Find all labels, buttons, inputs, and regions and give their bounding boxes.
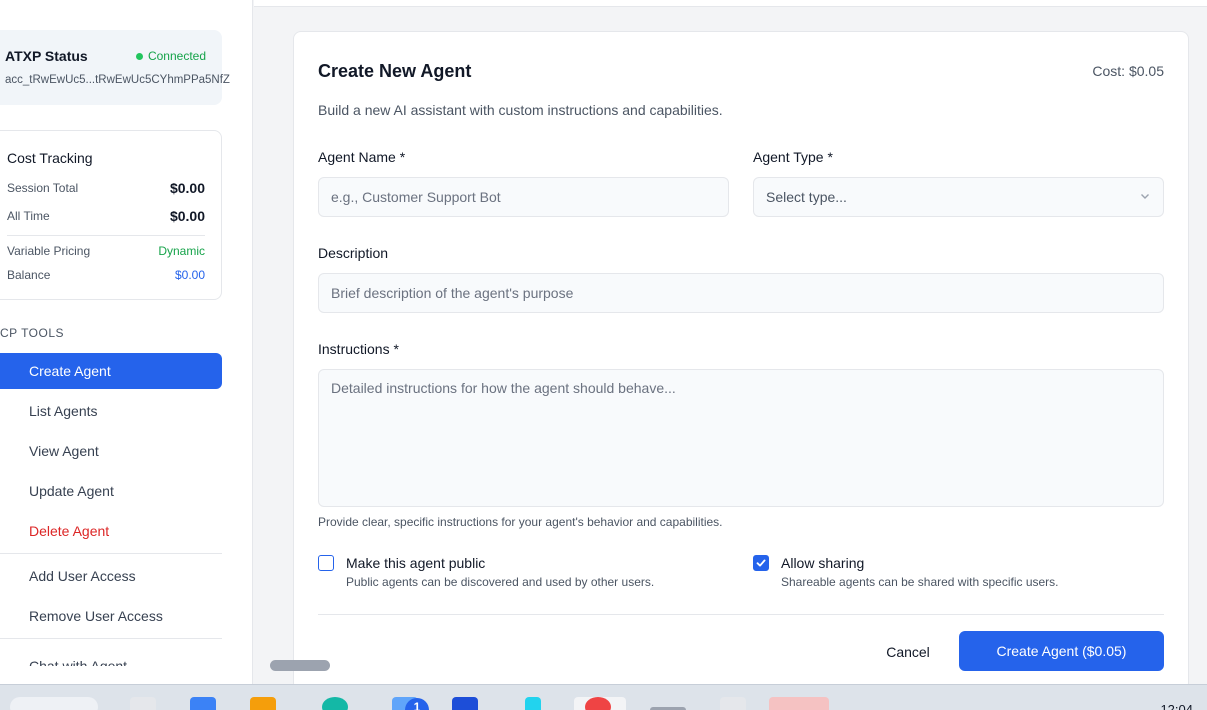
public-checkbox-hint: Public agents can be discovered and used… [346,575,655,589]
agent-name-input[interactable] [318,177,729,217]
taskbar-app-icon[interactable] [452,697,478,710]
sidebar-item-remove-user-access[interactable]: Remove User Access [0,598,222,634]
all-time-row: All Time $0.00 [7,208,205,224]
variable-pricing-row: Variable Pricing Dynamic [7,244,205,258]
cancel-button[interactable]: Cancel [868,632,948,672]
cost-tracking-title: Cost Tracking [7,150,93,166]
status-dot-icon [135,52,143,60]
horizontal-scrollbar-thumb[interactable] [270,660,330,671]
notification-badge: 1 [405,698,429,710]
sidebar-item-label: View Agent [29,443,99,459]
atxp-status-card: ATXP Status Connected acc_tRwEwUc5...tRw… [0,30,230,105]
instructions-textarea[interactable] [318,369,1164,507]
cost-divider [7,235,205,236]
taskbar: 1 12:04 [0,684,1207,710]
cost-tracking-card: Cost Tracking Session Total $0.00 All Ti… [0,130,222,300]
form-divider [318,614,1164,615]
create-agent-form: Create New Agent Cost: $0.05 Build a new… [293,31,1189,691]
sidebar-item-add-user-access[interactable]: Add User Access [0,558,222,594]
checkmark-icon [756,559,766,567]
page-title: Create New Agent [318,61,472,81]
sidebar-item-label: Delete Agent [29,523,110,539]
session-total-label: Session Total [7,181,79,195]
sidebar-item-view-agent[interactable]: View Agent [0,433,222,469]
connection-status-label: Connected [147,49,206,63]
account-id: acc_tRwEwUc5...tRwEwUc5CYhmPPa5NfZ [5,74,230,86]
chevron-down-icon [1139,189,1151,205]
taskbar-folder-icon[interactable] [250,697,276,710]
all-time-label: All Time [7,209,50,223]
description-label: Description [318,245,389,261]
taskbar-app-icon[interactable] [190,697,216,710]
session-total-value: $0.00 [169,180,205,196]
form-subtitle: Build a new AI assistant with custom ins… [318,102,723,118]
top-bar [254,0,1207,7]
agent-name-label: Agent Name * [318,149,406,165]
sidebar-item-label: List Agents [29,403,98,419]
taskbar-clock: 12:04 [1160,702,1193,710]
sidebar-item-label: Create Agent [29,363,111,379]
taskbar-app-icon[interactable] [130,697,156,710]
sidebar-item-label: Chat with Agent [29,658,128,666]
nav-divider [0,553,222,554]
balance-label: Balance [7,268,51,282]
variable-pricing-value: Dynamic [158,244,205,258]
agent-type-select[interactable]: Select type... [753,177,1164,217]
balance-value: $0.00 [174,268,205,282]
sidebar-item-label: Remove User Access [29,608,163,624]
taskbar-app-icon[interactable] [769,697,829,710]
sidebar-item-delete-agent[interactable]: Delete Agent [0,513,222,549]
create-agent-button[interactable]: Create Agent ($0.05) [959,631,1164,671]
sidebar-item-update-agent[interactable]: Update Agent [0,473,222,509]
sidebar-item-chat-with-agent[interactable]: Chat with Agent [0,646,222,666]
variable-pricing-label: Variable Pricing [7,244,91,258]
sidebar-item-create-agent[interactable]: Create Agent [0,353,222,389]
description-input[interactable] [318,273,1164,313]
sidebar-item-label: Update Agent [29,483,114,499]
tools-heading: CP TOOLS [0,326,65,340]
public-checkbox-label: Make this agent public [346,555,486,571]
public-checkbox[interactable] [318,555,334,571]
instructions-label: Instructions * [318,341,399,357]
sidebar-item-list-agents[interactable]: List Agents [0,393,222,429]
balance-row: Balance $0.00 [7,268,205,282]
atxp-status-title: ATXP Status [5,48,88,64]
taskbar-browser-icon[interactable] [585,697,611,710]
nav-divider [0,638,222,639]
session-total-row: Session Total $0.00 [7,180,205,196]
sharing-checkbox-hint: Shareable agents can be shared with spec… [781,575,1059,589]
taskbar-app-icon[interactable] [720,697,746,710]
sharing-checkbox-label: Allow sharing [781,555,865,571]
sharing-checkbox[interactable] [753,555,769,571]
connection-status: Connected [135,49,206,63]
agent-type-selected-value: Select type... [766,189,847,205]
sidebar: ATXP Status Connected acc_tRwEwUc5...tRw… [0,0,253,684]
sidebar-item-label: Add User Access [29,568,136,584]
all-time-value: $0.00 [169,208,205,224]
cost-label: Cost: $0.05 [1092,63,1164,79]
taskbar-app-icon[interactable] [525,697,541,710]
instructions-hint: Provide clear, specific instructions for… [318,515,723,529]
taskbar-search-icon[interactable] [10,697,98,710]
taskbar-app-icon[interactable] [322,697,348,710]
agent-type-label: Agent Type * [753,149,833,165]
